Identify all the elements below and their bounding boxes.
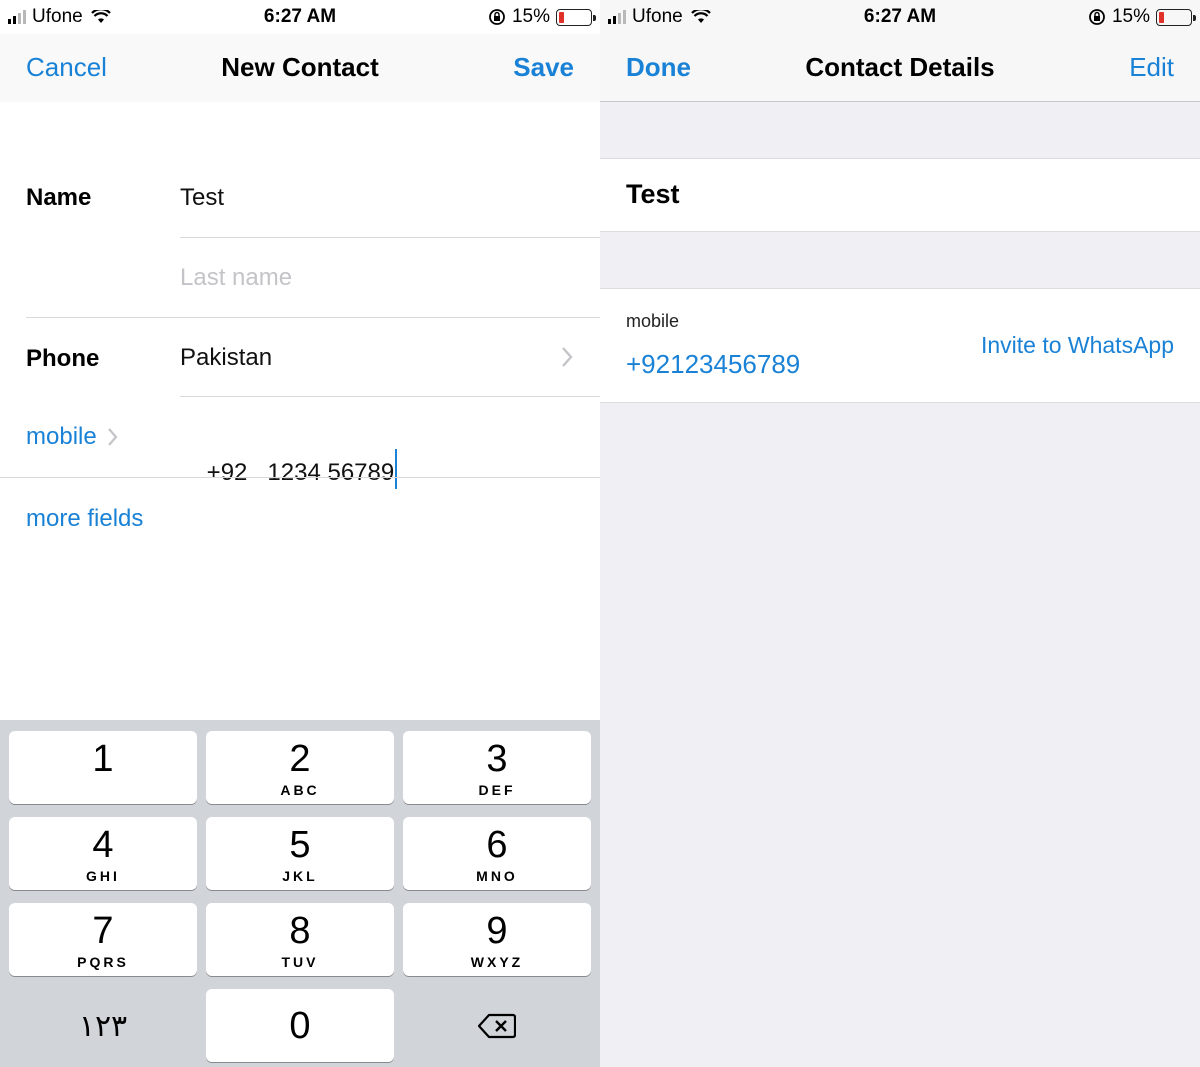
page-title: New Contact — [221, 52, 379, 82]
first-name-field[interactable]: Test — [180, 184, 224, 212]
key-8[interactable]: 8 TUV — [206, 903, 394, 976]
divider — [26, 317, 600, 318]
status-bar: Ufone 6:27 AM 15% — [600, 0, 1200, 34]
orientation-lock-icon — [489, 9, 505, 25]
key-0[interactable]: 0 — [206, 989, 394, 1062]
last-name-field[interactable]: Last name — [180, 264, 292, 292]
phone-label: Phone — [26, 345, 100, 372]
phone-type-selector[interactable]: mobile — [26, 423, 119, 451]
save-button[interactable]: Save — [513, 52, 574, 83]
battery-percent: 15% — [511, 6, 550, 27]
country-selector[interactable]: Pakistan — [180, 344, 580, 374]
battery-icon — [1156, 8, 1196, 26]
country-code: +92 — [206, 459, 248, 486]
name-label: Name — [26, 184, 92, 211]
page-title: Contact Details — [805, 52, 995, 82]
key-4[interactable]: 4 GHI — [9, 817, 197, 890]
invite-to-whatsapp-button[interactable]: Invite to WhatsApp — [981, 332, 1174, 359]
contact-details-screen: Ufone 6:27 AM 15% Done Contact Details E… — [600, 0, 1200, 1067]
key-1[interactable]: 1 — [9, 731, 197, 804]
delete-key[interactable] — [403, 989, 591, 1062]
nav-bar: Cancel New Contact Save — [0, 34, 600, 102]
backspace-icon — [477, 1013, 517, 1039]
new-contact-screen: Ufone 6:27 AM 15% Cancel New Contact Sav… — [0, 0, 600, 1067]
nav-bar: Done Contact Details Edit — [600, 34, 1200, 102]
contact-name: Test — [626, 179, 680, 209]
phone-type-label: mobile — [26, 423, 97, 450]
phone-card: mobile +92123456789 Invite to WhatsApp — [600, 288, 1200, 403]
numeric-keypad: 1 2 ABC 3 DEF 4 GHI 5 JKL 6 MNO 7 PQRS 8 TUV 9W… — [0, 720, 600, 1067]
battery-icon — [556, 8, 596, 26]
country-value: Pakistan — [180, 344, 273, 371]
phone-number-field[interactable]: +92 1234 56789 — [180, 421, 398, 517]
key-9[interactable]: 9 WXYZ — [403, 903, 591, 976]
text-cursor — [395, 449, 398, 489]
phone-number-value: 1234 56789 — [267, 459, 395, 486]
status-right: 15% — [1088, 6, 1196, 28]
more-fields-link[interactable]: more fields — [26, 505, 143, 533]
phone-number-link[interactable]: +92123456789 — [626, 349, 800, 380]
key-3[interactable]: 3 DEF — [403, 731, 591, 804]
symbols-key[interactable]: ١٢٣ — [9, 989, 197, 1062]
key-2[interactable]: 2 ABC — [206, 731, 394, 804]
key-6[interactable]: 6 MNO — [403, 817, 591, 890]
divider — [180, 237, 600, 238]
divider — [180, 396, 600, 397]
chevron-right-icon — [107, 428, 118, 446]
orientation-lock-icon — [1089, 9, 1105, 25]
status-right: 15% — [488, 6, 596, 28]
key-5[interactable]: 5 JKL — [206, 817, 394, 890]
phone-type-label: mobile — [626, 311, 680, 331]
chevron-right-icon[interactable] — [560, 346, 574, 368]
contact-name-card: Test — [600, 158, 1200, 232]
status-bar: Ufone 6:27 AM 15% — [0, 0, 600, 34]
battery-percent: 15% — [1111, 6, 1150, 27]
key-7[interactable]: 7 PQRS — [9, 903, 197, 976]
edit-button[interactable]: Edit — [1129, 52, 1174, 83]
divider — [0, 477, 600, 478]
